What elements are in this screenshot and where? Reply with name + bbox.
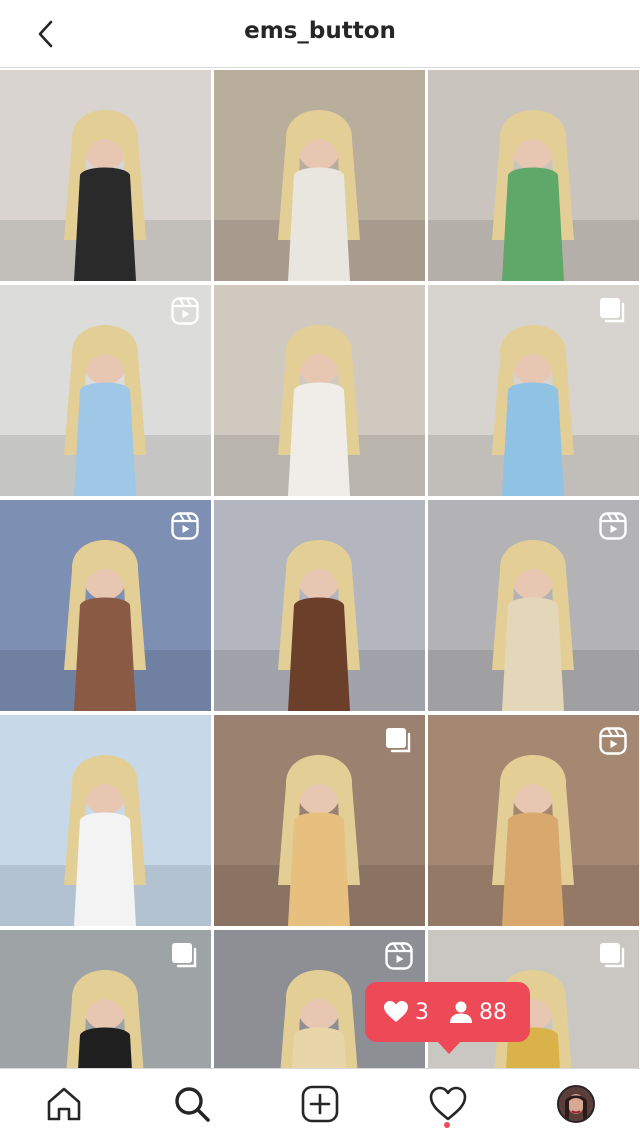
- nav-activity[interactable]: [428, 1084, 468, 1124]
- post-grid: [0, 70, 640, 1138]
- home-icon: [47, 1087, 81, 1121]
- reel-icon: [599, 727, 627, 755]
- carousel-icon: [600, 943, 625, 968]
- post-thumbnail[interactable]: [0, 285, 211, 496]
- plus-square-icon: [301, 1085, 339, 1123]
- carousel-badge: [171, 942, 199, 970]
- post-thumbnail[interactable]: [428, 70, 639, 281]
- reel-icon: [599, 512, 627, 540]
- post-thumbnail[interactable]: [428, 285, 639, 496]
- post-image: [214, 70, 425, 281]
- reel-badge: [171, 297, 199, 325]
- post-thumbnail[interactable]: [214, 285, 425, 496]
- reel-icon: [171, 512, 199, 540]
- reel-badge: [385, 942, 413, 970]
- post-image: [0, 715, 211, 926]
- post-thumbnail[interactable]: [0, 715, 211, 926]
- post-image: [428, 70, 639, 281]
- post-thumbnail[interactable]: [0, 500, 211, 711]
- nav-create[interactable]: [300, 1084, 340, 1124]
- post-thumbnail[interactable]: [214, 715, 425, 926]
- carousel-icon: [600, 298, 625, 323]
- avatar: [557, 1085, 595, 1123]
- reel-icon: [385, 942, 413, 970]
- post-image: [0, 70, 211, 281]
- post-thumbnail[interactable]: [0, 70, 211, 281]
- top-header: ems_button: [0, 0, 640, 68]
- post-thumbnail[interactable]: [214, 70, 425, 281]
- followers-count: 88: [479, 999, 507, 1025]
- activity-notification-bubble[interactable]: 3 88: [365, 982, 530, 1054]
- reel-badge: [599, 512, 627, 540]
- post-thumbnail[interactable]: [428, 715, 639, 926]
- activity-notification-dot: [444, 1122, 450, 1128]
- page-title: ems_button: [244, 18, 396, 44]
- likes-group: 3: [383, 1000, 429, 1025]
- carousel-badge: [599, 942, 627, 970]
- reel-badge: [171, 512, 199, 540]
- post-image: [214, 500, 425, 711]
- search-icon: [175, 1087, 210, 1122]
- post-thumbnail[interactable]: [428, 500, 639, 711]
- bottom-navigation: [0, 1068, 640, 1138]
- nav-profile[interactable]: [556, 1084, 596, 1124]
- carousel-badge: [385, 727, 413, 755]
- post-image: [214, 285, 425, 496]
- likes-count: 3: [415, 999, 429, 1025]
- carousel-icon: [386, 728, 411, 753]
- reel-icon: [171, 297, 199, 325]
- carousel-badge: [599, 297, 627, 325]
- carousel-icon: [172, 943, 197, 968]
- post-thumbnail[interactable]: [214, 500, 425, 711]
- heart-outline-icon: [429, 1086, 467, 1121]
- nav-home[interactable]: [44, 1084, 84, 1124]
- reel-badge: [599, 727, 627, 755]
- followers-group: 88: [449, 1000, 507, 1025]
- nav-search[interactable]: [172, 1084, 212, 1124]
- heart-icon: [384, 1001, 408, 1022]
- person-icon: [450, 1001, 472, 1023]
